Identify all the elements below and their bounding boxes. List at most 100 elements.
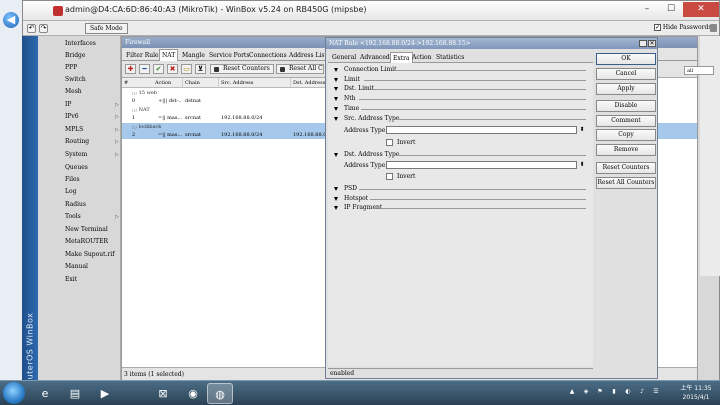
tray-expand-icon[interactable]: ▲ [568,388,576,396]
tray-flag-icon[interactable]: ⚑ [596,388,604,396]
taskbar-media-icon[interactable]: ▶ [92,383,118,404]
dialog-maximize-button[interactable] [639,40,647,47]
menu-item-log[interactable]: Log [65,186,119,198]
menu-item-ipv6[interactable]: IPv6 ▷ [65,111,119,123]
menu-item-queues[interactable]: Queues [65,162,119,174]
menu-item-tools[interactable]: Tools ▷ [65,211,119,223]
taskbar-explorer-icon[interactable]: ▤ [62,383,88,404]
menu-item-switch[interactable]: Switch [65,74,119,86]
src-address-type-arrow-icon[interactable]: ⬍ [578,126,586,134]
tab-action[interactable]: Action [410,52,434,63]
dst-address-type-invert[interactable]: Invert [386,173,415,181]
tab-advanced[interactable]: Advanced [358,52,392,63]
tab-nat[interactable]: NAT [159,49,179,61]
menu-item-exit[interactable]: Exit [65,274,119,286]
section-psd[interactable]: PSD [334,184,586,194]
dst-address-type-select[interactable] [386,161,577,169]
lock-icon [710,24,717,32]
menu-item-radius[interactable]: Radius [65,199,119,211]
section-src-address-type[interactable]: Src. Address Type [334,114,586,124]
start-button[interactable] [3,382,25,404]
reset-counters-dialog-button[interactable]: Reset Counters [596,162,656,174]
menu-item-manual[interactable]: Manual [65,261,119,273]
tray-input-icon[interactable]: ☰ [652,388,660,396]
dialog-tabs: General Advanced Extra Action Statistics [328,51,593,63]
safe-mode-button[interactable]: Safe Mode [85,23,128,34]
invert-checkbox[interactable] [386,139,393,146]
maximize-button[interactable]: ☐ [659,2,683,17]
disable-button[interactable]: Disable [596,100,656,112]
filter-icon[interactable]: ⊻ [195,64,206,74]
menu-item-interfaces[interactable]: Interfaces [65,38,119,50]
section-ip-fragment[interactable]: IP Fragment [334,203,586,213]
back-arrow-icon[interactable]: ◀ [3,12,19,28]
section-time[interactable]: Time [334,104,586,114]
comment-icon[interactable]: ▭ [181,64,192,74]
menu-item-mesh[interactable]: Mesh [65,86,119,98]
tab-mangle[interactable]: Mangle [179,49,208,61]
tray-battery-icon[interactable]: ▮ [610,388,618,396]
menu-item-bridge[interactable]: Bridge [65,50,119,62]
section-dst-address-type[interactable]: Dst. Address Type [334,150,586,160]
tab-general[interactable]: General [330,52,358,63]
tray-app-icon[interactable]: ◈ [582,388,590,396]
hide-passwords-check[interactable]: ✓ [654,24,661,31]
tab-statistics[interactable]: Statistics [434,52,466,63]
invert-checkbox[interactable] [386,173,393,180]
column-header-action[interactable]: Action [153,78,183,88]
hide-passwords-checkbox[interactable]: ✓ Hide Passwords [654,24,711,31]
column-header-chain[interactable]: Chain [183,78,219,88]
reset-all-counters-button[interactable]: Reset All C [276,64,324,74]
ok-button[interactable]: OK [596,53,656,65]
chain-filter-select[interactable]: all [684,66,714,75]
remove-button[interactable]: Remove [596,144,656,156]
menu-item-routing[interactable]: Routing ▷ [65,136,119,148]
column-header-src-address[interactable]: Src. Address [219,78,291,88]
column-header-dst-address[interactable]: Dst. Address [291,78,327,88]
src-address-type-invert[interactable]: Invert [386,139,415,147]
taskbar-winbox-icon[interactable]: ◍ [207,383,233,404]
undo-icon[interactable]: ↶ [27,24,36,33]
expand-triangle-icon [334,86,338,91]
add-icon[interactable]: ✚ [125,64,136,74]
dst-address-type-arrow-icon[interactable]: ⬍ [578,161,586,169]
dialog-title[interactable]: NAT Rule <192.168.88.0/24->192.168.88.15… [326,38,657,49]
clock[interactable]: 上午 11:35 2015/4/1 [676,384,716,402]
menu-item-ppp[interactable]: PPP [65,62,119,74]
taskbar-app4-icon[interactable]: ⊠ [150,383,176,404]
copy-button[interactable]: Copy [596,129,656,141]
menu-item-files[interactable]: Files [65,174,119,186]
dialog-close-button[interactable]: ✕ [648,40,656,47]
src-address-type-select[interactable] [386,126,577,134]
tray-volume-icon[interactable]: ♪ [638,388,646,396]
minimize-button[interactable]: – [635,2,659,17]
section-nth[interactable]: Nth [334,94,586,104]
taskbar-app5-icon[interactable]: ◉ [180,383,206,404]
title-bar[interactable]: admin@D4:CA:6D:86:40:A3 (MikroTik) - Win… [23,1,719,21]
tray-network-icon[interactable]: ◐ [624,388,632,396]
disable-icon[interactable]: ✖ [167,64,178,74]
section-connection-limit[interactable]: Connection Limit [334,65,586,75]
collapse-triangle-icon [334,152,338,157]
menu-item-mpls[interactable]: MPLS ▷ [65,124,119,136]
expand-triangle-icon [334,77,338,82]
section-dst-limit[interactable]: Dst. Limit [334,84,586,94]
menu-item-new-terminal[interactable]: New Terminal [65,224,119,236]
apply-button[interactable]: Apply [596,83,656,95]
menu-item-system[interactable]: System ▷ [65,149,119,161]
enable-icon[interactable]: ✔ [153,64,164,74]
reset-counters-button[interactable]: Reset Counters [210,64,274,74]
main-toolbar: ↶ ↷ Safe Mode ✓ Hide Passwords [23,21,719,36]
menu-item-ip[interactable]: IP ▷ [65,99,119,111]
reset-all-counters-dialog-button[interactable]: Reset All Counters [596,177,656,189]
redo-icon[interactable]: ↷ [39,24,48,33]
taskbar-ie-icon[interactable]: e [32,383,58,404]
counter-icon [214,67,219,72]
remove-icon[interactable]: ━ [139,64,150,74]
menu-item-make-supout[interactable]: Make Supout.rif [65,249,119,261]
close-button[interactable]: ✕ [683,2,719,17]
comment-button[interactable]: Comment [596,115,656,127]
tab-connections[interactable]: Connections [246,49,290,61]
cancel-button[interactable]: Cancel [596,68,656,80]
menu-item-metarouter[interactable]: MetaROUTER [65,236,119,248]
